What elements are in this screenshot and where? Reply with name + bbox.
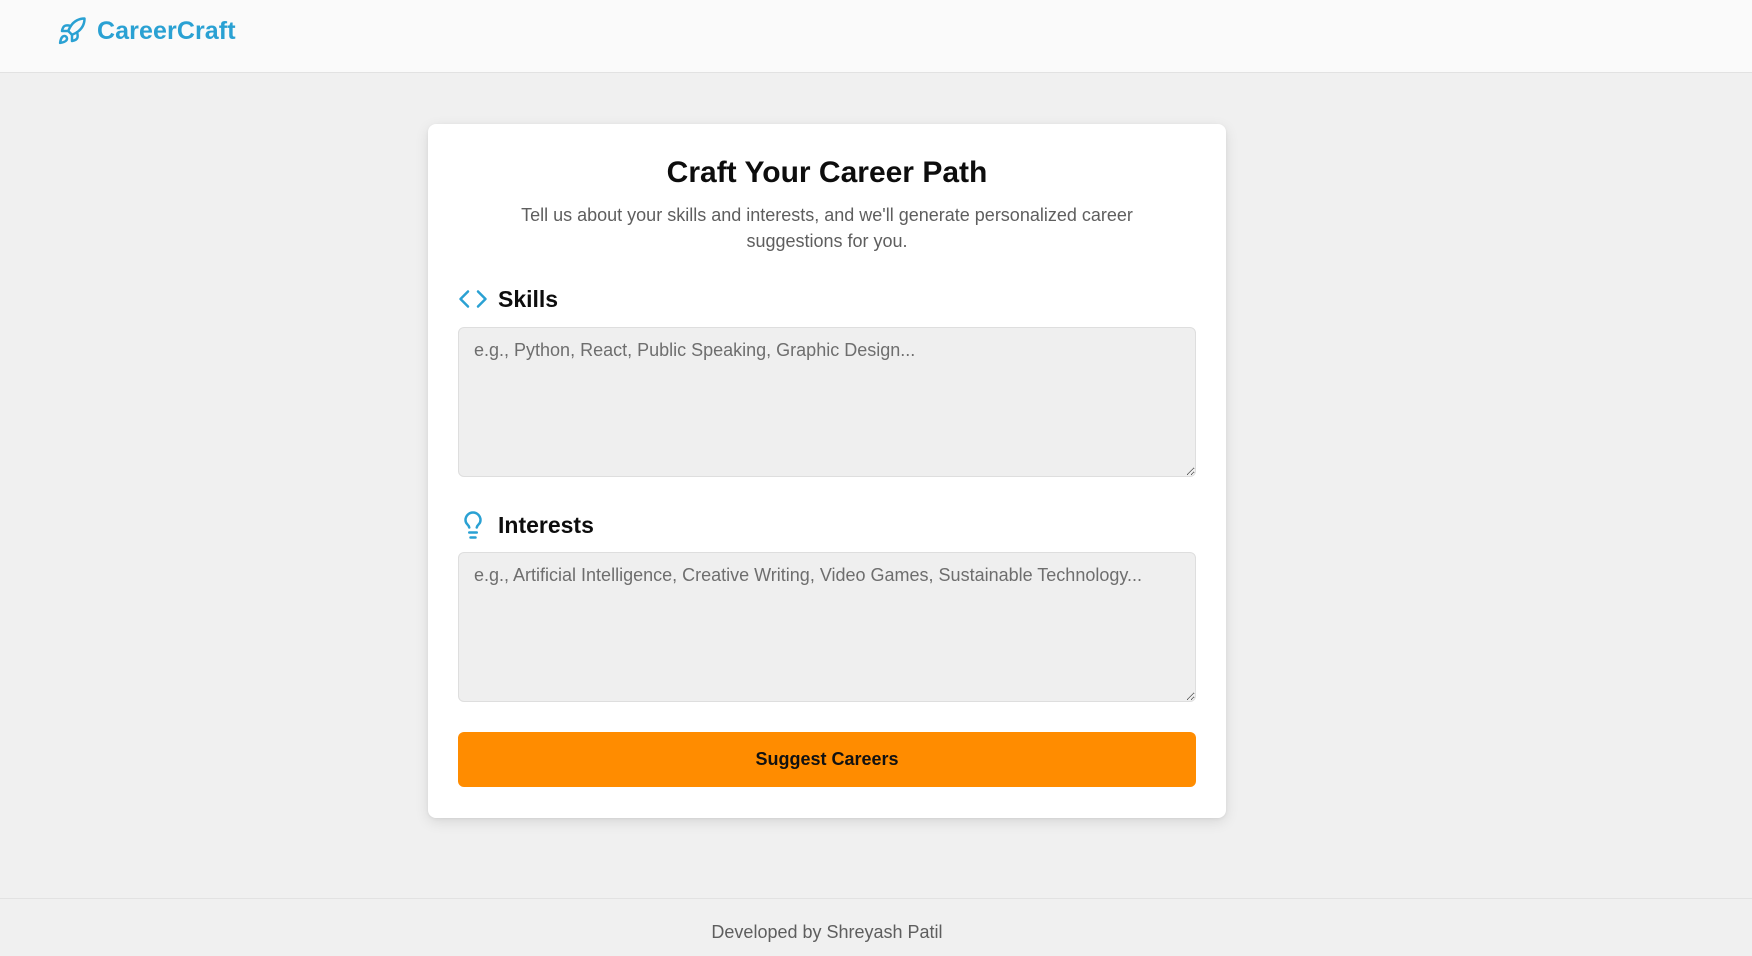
page-subtitle: Tell us about your skills and interests,… [521,205,1133,251]
rocket-icon [58,17,86,45]
footer-credit: Developed by Shreyash Patil [711,922,943,942]
brand-name: CareerCraft [97,16,236,45]
top-navbar: CareerCraft [0,0,1752,73]
page-title: Craft Your Career Path [666,156,988,189]
lightbulb-icon [464,511,482,539]
career-form-card: Craft Your Career Path Tell us about you… [428,124,1226,818]
brand-logo-link[interactable]: CareerCraft [57,16,236,46]
skills-label: Skills [458,284,558,314]
interests-label-text: Interests [498,511,594,538]
skills-label-text: Skills [498,285,559,312]
page-footer: Developed by Shreyash Patil [0,898,1752,956]
code-icon [459,290,487,308]
interests-label: Interests [458,510,594,540]
skills-input[interactable] [458,327,1196,477]
suggest-careers-button[interactable]: Suggest Careers [458,732,1196,787]
interests-input[interactable] [458,552,1196,702]
